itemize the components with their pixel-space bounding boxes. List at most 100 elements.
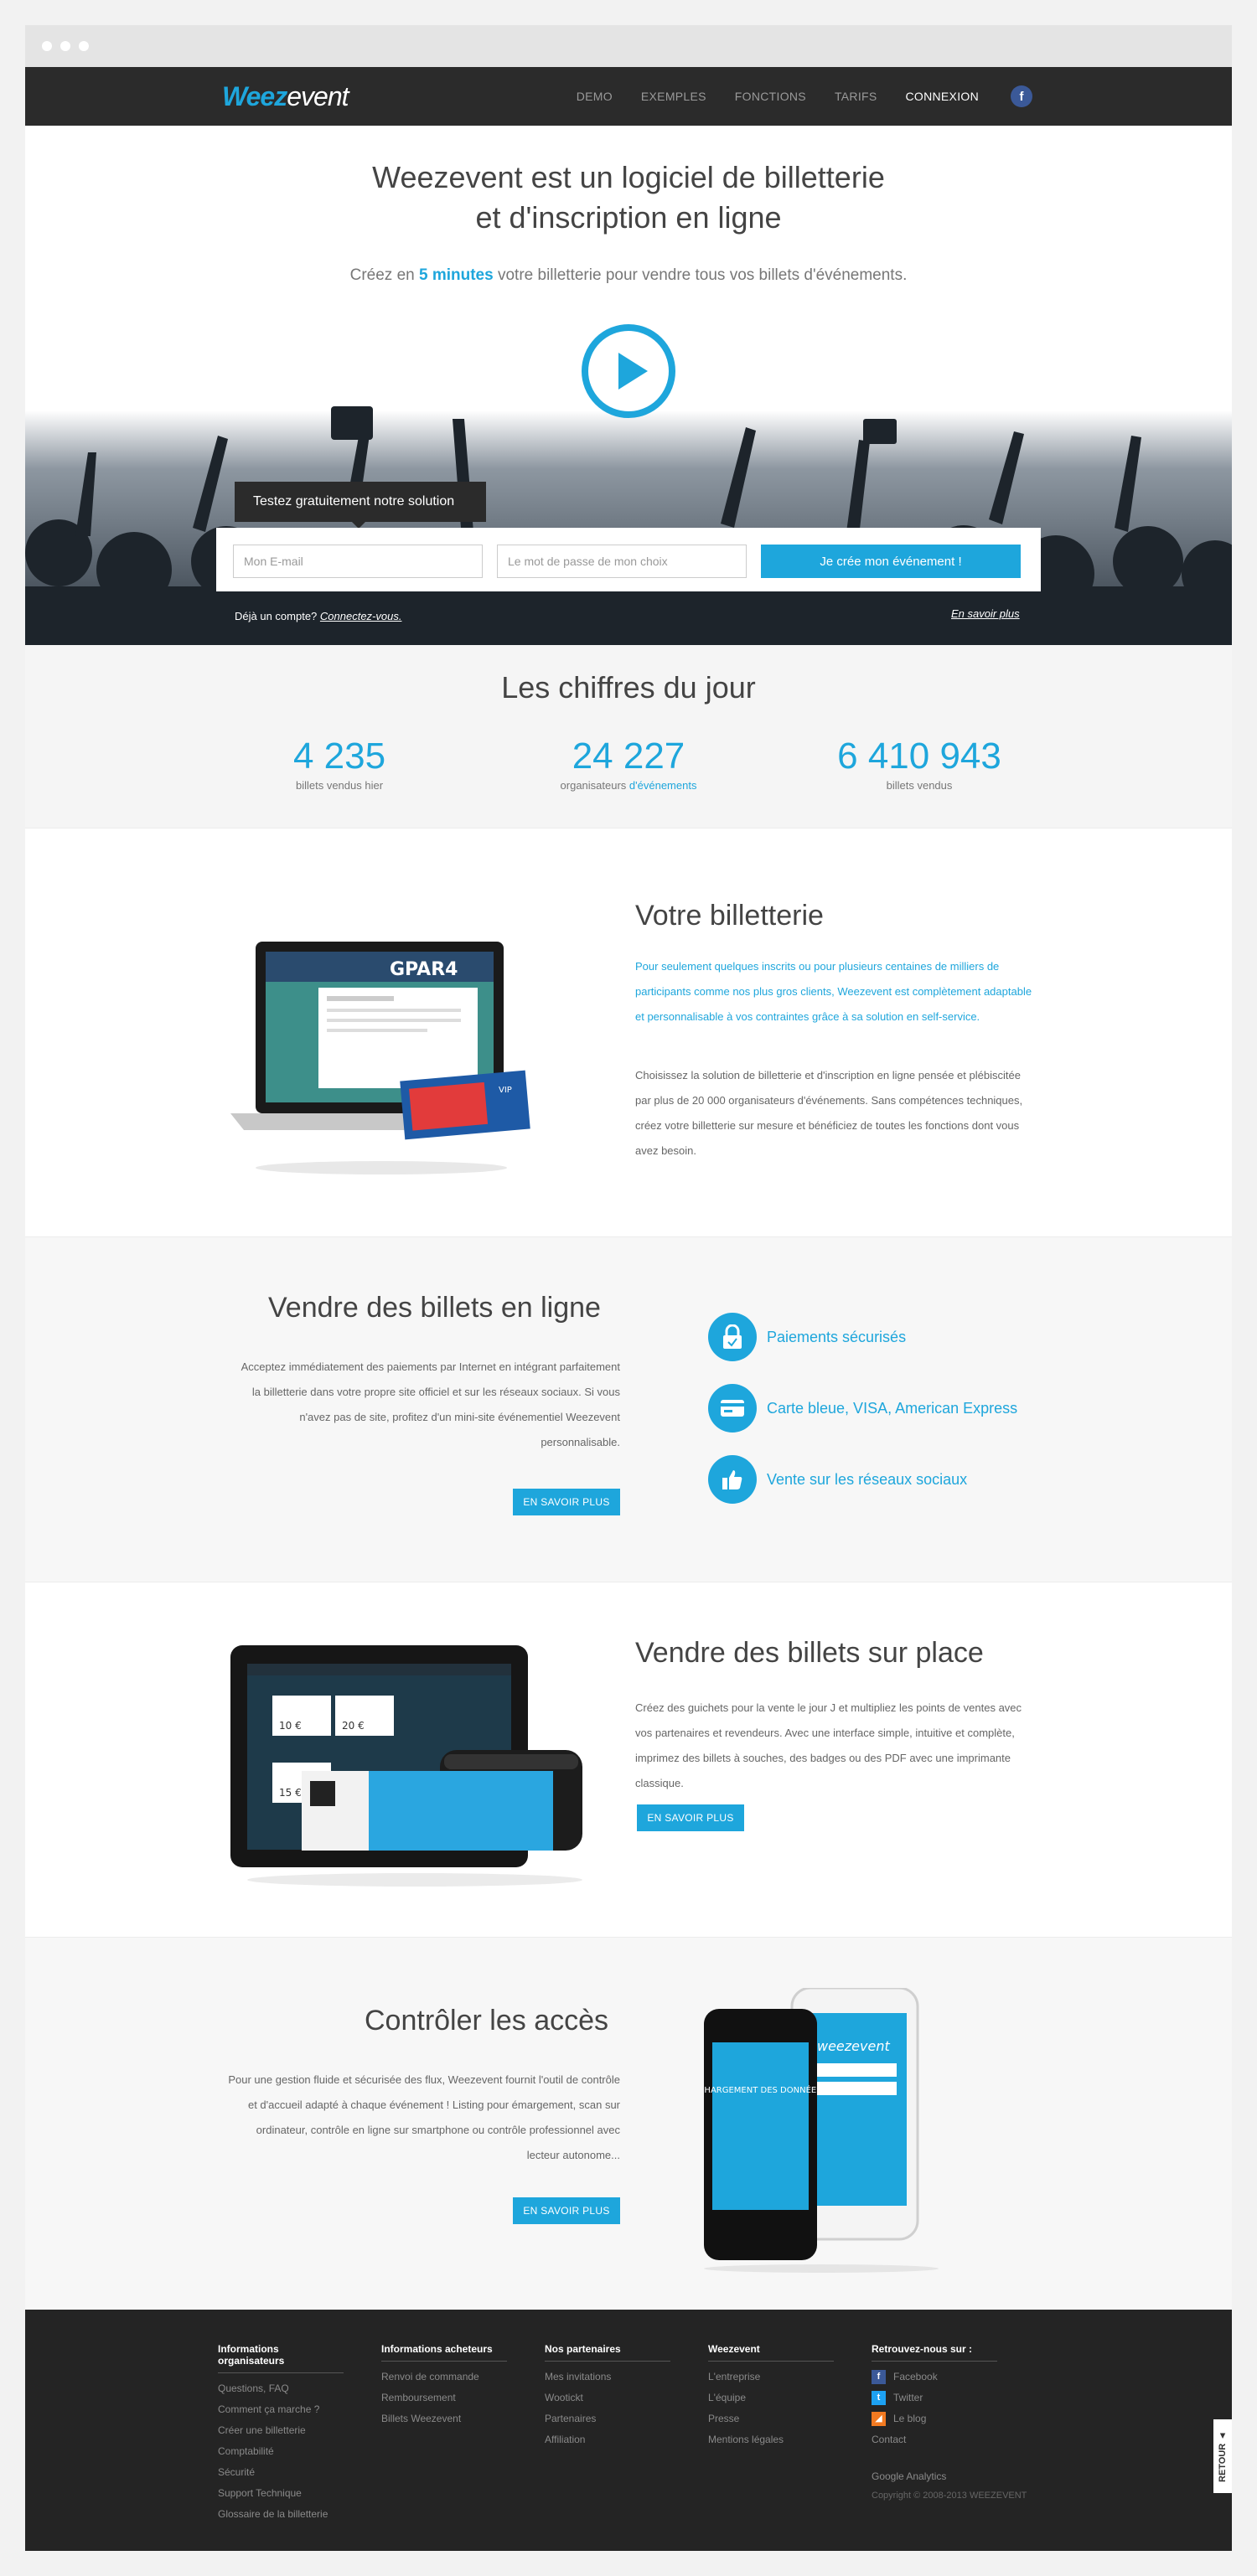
nav-login[interactable]: CONNEXION — [906, 90, 980, 103]
password-input[interactable]: Le mot de passe de mon choix — [497, 545, 747, 578]
billetterie-body: Choisissez la solution de billetterie et… — [635, 1069, 1023, 1157]
stats-section: Les chiffres du jour 4 235 billets vendu… — [25, 645, 1232, 828]
footer-col-title: Nos partenaires — [545, 2343, 670, 2362]
footer-link[interactable]: Partenaires — [545, 2408, 670, 2429]
nav-links: DEMO EXEMPLES FONCTIONS TARIFS CONNEXION… — [548, 67, 1032, 126]
login-prompt: Déjà un compte? Connectez-vous. — [235, 610, 401, 622]
logo-part-b: event — [287, 81, 349, 111]
footer-link-twitter[interactable]: t Twitter — [872, 2388, 997, 2408]
logo-part-a: Weez — [222, 81, 287, 111]
window-dot-close[interactable] — [42, 41, 52, 51]
stat-label-highlight: d'événements — [628, 779, 697, 792]
google-analytics-link[interactable]: Google Analytics — [872, 2470, 946, 2482]
feature-label: Vente sur les réseaux sociaux — [767, 1470, 968, 1488]
tablet-price-2: 20 € — [342, 1720, 365, 1732]
stat-value: 6 410 943 — [837, 736, 1001, 777]
login-link[interactable]: Connectez-vous. — [320, 610, 402, 622]
feature-label: Carte bleue, VISA, American Express — [767, 1399, 1018, 1417]
footer-link[interactable]: Wootickt — [545, 2388, 670, 2408]
laptop-screen-title: GPAR4 — [390, 959, 458, 980]
smartphones-illustration: weezevent CHARGEMENT DES DONNÉES — [704, 1988, 939, 2273]
twitter-icon: t — [872, 2391, 886, 2405]
footer-link[interactable]: Comptabilité — [218, 2441, 344, 2462]
footer-link[interactable]: Comment ça marche ? — [218, 2399, 344, 2420]
nav-exemples[interactable]: EXEMPLES — [641, 90, 706, 103]
footer-link[interactable]: Questions, FAQ — [218, 2378, 344, 2399]
footer-link[interactable]: Remboursement — [381, 2388, 507, 2408]
stat-value: 4 235 — [292, 736, 386, 777]
online-learn-more-button[interactable]: EN SAVOIR PLUS — [513, 1489, 620, 1515]
rss-icon: ◢ — [872, 2412, 886, 2426]
facebook-icon: f — [872, 2370, 886, 2384]
thumbs-up-icon — [708, 1455, 757, 1504]
online-body: Acceptez immédiatement des paiements par… — [241, 1360, 620, 1448]
window-dot-minimize[interactable] — [60, 41, 70, 51]
footer-link[interactable]: Presse — [708, 2408, 834, 2429]
nav-fonctions[interactable]: FONCTIONS — [735, 90, 806, 103]
onsite-learn-more-button[interactable]: EN SAVOIR PLUS — [637, 1804, 744, 1831]
tablet-printer-illustration: 10 € 20 € 15 € — [230, 1645, 582, 1887]
footer-link[interactable]: Glossaire de la billetterie — [218, 2504, 344, 2525]
phone-logo: weezevent — [817, 2038, 890, 2054]
nav-demo[interactable]: DEMO — [577, 90, 613, 103]
copyright: Copyright © 2008-2013 WEEZEVENT — [872, 2491, 1027, 2501]
nav-tarifs[interactable]: TARIFS — [835, 90, 877, 103]
hero-sub-before: Créez en — [349, 266, 419, 284]
footer-link[interactable]: Créer une billetterie — [218, 2420, 344, 2441]
signup-form: Mon E-mail Le mot de passe de mon choix … — [216, 528, 1041, 591]
tablet-price-1: 10 € — [279, 1720, 302, 1732]
footer: Informations organisateurs Questions, FA… — [25, 2310, 1232, 2551]
hero-title-line1: Weezevent est un logiciel de billetterie — [372, 160, 885, 194]
footer-col-partners: Nos partenaires Mes invitations Wootickt… — [545, 2343, 670, 2450]
hero-section: Weezevent est un logiciel de billetterie… — [25, 126, 1232, 645]
hero-subtitle: Créez en 5 minutes votre billetterie pou… — [25, 266, 1232, 285]
stat-label: organisateurs d'événements — [503, 779, 754, 792]
hero-sub-highlight: 5 minutes — [419, 266, 494, 284]
footer-col-title: Informations acheteurs — [381, 2343, 507, 2362]
back-to-top-button[interactable]: RETOUR ▲ — [1213, 2419, 1232, 2493]
ticket-vip-badge: VIP — [499, 1086, 512, 1095]
hero-title: Weezevent est un logiciel de billetterie… — [25, 157, 1232, 238]
footer-link[interactable]: Mentions légales — [708, 2429, 834, 2450]
tablet-price-3: 15 € — [279, 1787, 302, 1799]
footer-link[interactable]: L'équipe — [708, 2388, 834, 2408]
stat-organizers: 24 227 organisateurs d'événements — [503, 736, 754, 792]
footer-link-label: Facebook — [893, 2371, 938, 2382]
access-learn-more-button[interactable]: EN SAVOIR PLUS — [513, 2197, 620, 2224]
footer-col-title: Weezevent — [708, 2343, 834, 2362]
learn-more-link[interactable]: En savoir plus — [951, 607, 1020, 620]
feature-cards: Carte bleue, VISA, American Express — [708, 1384, 1017, 1433]
browser-chrome — [25, 25, 1232, 67]
billetterie-section: GPAR4 VIP Votre billetterie Pour seuleme… — [25, 828, 1232, 1236]
feature-secure-payments: Paiements sécurisés — [708, 1313, 906, 1361]
email-input[interactable]: Mon E-mail — [233, 545, 483, 578]
stat-label-text: billets vendus — [886, 779, 953, 792]
create-event-button[interactable]: Je crée mon événement ! — [761, 545, 1021, 578]
footer-link[interactable]: Billets Weezevent — [381, 2408, 507, 2429]
facebook-icon[interactable]: f — [1011, 85, 1032, 107]
onsite-sales-section: 10 € 20 € 15 € Vendre des billets sur pl… — [25, 1582, 1232, 1937]
footer-link-contact[interactable]: Contact — [872, 2429, 997, 2450]
footer-link[interactable]: Affiliation — [545, 2429, 670, 2450]
play-video-icon[interactable] — [581, 323, 676, 419]
footer-link[interactable]: Support Technique — [218, 2483, 344, 2504]
footer-link[interactable]: Mes invitations — [545, 2367, 670, 2388]
footer-col-title: Retrouvez-nous sur : — [872, 2343, 997, 2362]
footer-col-social: Retrouvez-nous sur : f Facebook t Twitter … — [872, 2343, 997, 2450]
footer-link-facebook[interactable]: f Facebook — [872, 2367, 997, 2388]
phone-loading-text: CHARGEMENT DES DONNÉES — [704, 2084, 822, 2095]
footer-link-blog[interactable]: ◢ Le blog — [872, 2408, 997, 2429]
footer-link[interactable]: Renvoi de commande — [381, 2367, 507, 2388]
window-dot-maximize[interactable] — [79, 41, 89, 51]
signup-tab: Testez gratuitement notre solution — [235, 482, 486, 529]
access-body: Pour une gestion fluide et sécurisée des… — [228, 2073, 620, 2161]
access-control-section: Contrôler les accès Pour une gestion flu… — [25, 1937, 1232, 2308]
weezevent-logo[interactable]: Weezevent — [222, 81, 349, 112]
hero-sub-after: votre billetterie pour vendre tous vos b… — [493, 266, 908, 284]
footer-link[interactable]: L'entreprise — [708, 2367, 834, 2388]
footer-link-label: Le blog — [893, 2413, 927, 2424]
footer-col-company: Weezevent L'entreprise L'équipe Presse M… — [708, 2343, 834, 2450]
stat-tickets-total: 6 410 943 billets vendus — [794, 736, 1045, 792]
footer-link[interactable]: Sécurité — [218, 2462, 344, 2483]
onsite-body: Créez des guichets pour la vente le jour… — [635, 1701, 1022, 1789]
